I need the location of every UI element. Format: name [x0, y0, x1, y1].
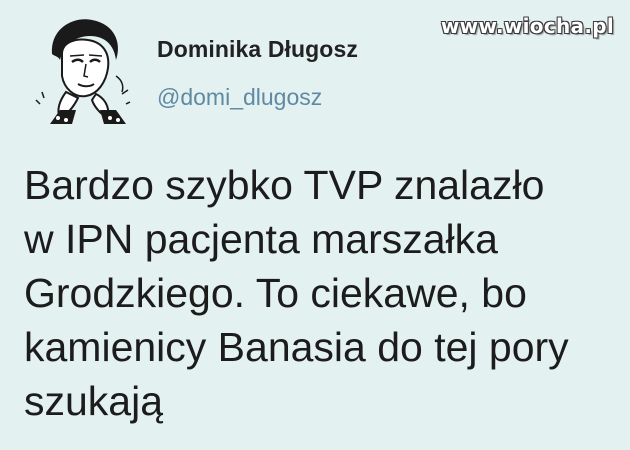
- avatar-illustration: [35, 19, 131, 124]
- display-name[interactable]: Dominika Długosz: [157, 36, 358, 63]
- tweet-text-line: szukają: [24, 378, 164, 424]
- tweet-text-line: Bardzo szybko TVP znalazło: [24, 162, 545, 208]
- avatar[interactable]: [30, 14, 134, 126]
- tweet-text-line: kamienicy Banasia do tej pory: [24, 324, 569, 370]
- user-handle[interactable]: @domi_dlugosz: [157, 84, 322, 111]
- tweet-text-line: Grodzkiego. To ciekawe, bo: [24, 270, 527, 316]
- watermark: www.wiocha.pl: [440, 14, 614, 38]
- tweet-card: Dominika Długosz @domi_dlugosz www.wioch…: [0, 0, 630, 450]
- tweet-text-line: w IPN pacjenta marszałka: [24, 216, 498, 262]
- tweet-text: Bardzo szybko TVP znalazło w IPN pacjent…: [24, 158, 614, 428]
